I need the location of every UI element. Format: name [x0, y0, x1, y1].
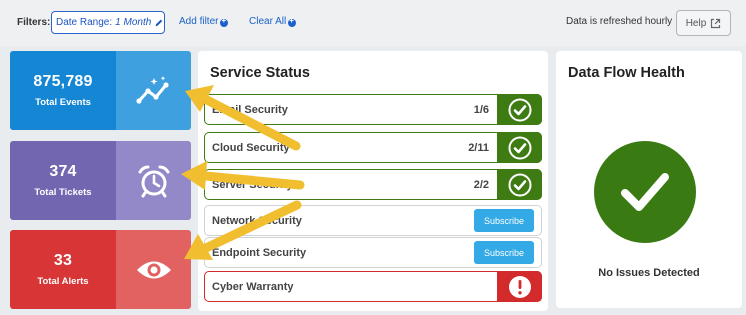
clear-circle-icon [288, 16, 297, 27]
service-count: 1/6 [473, 104, 489, 116]
total-alerts-value: 33 [53, 252, 73, 269]
alarm-clock-icon [138, 165, 169, 197]
service-row-email[interactable]: Email Security 1/6 [204, 94, 542, 125]
filter-bar: Filters: Date Range: 1 Month Add filter … [0, 0, 746, 46]
refresh-note: Data is refreshed hourly [566, 16, 673, 27]
sparkline-trend-icon [135, 75, 169, 104]
exclamation-circle-icon [508, 275, 531, 298]
service-status-card: Service Status Email Security 1/6 Cloud … [198, 51, 548, 311]
service-row-endpoint: Endpoint Security Subscribe [204, 237, 542, 268]
plus-circle-icon [220, 16, 229, 27]
service-count: 2/11 [468, 142, 489, 154]
service-row-network: Network Security Subscribe [204, 205, 542, 236]
status-ok [497, 132, 542, 163]
date-range-value: 1 Month [115, 17, 152, 28]
total-alerts-label: Total Alerts [37, 276, 89, 287]
total-alerts-tile[interactable]: 33 Total Alerts [10, 230, 191, 309]
service-row-cyber-warranty[interactable]: Cyber Warranty [204, 271, 542, 302]
check-circle-icon [508, 98, 531, 121]
total-events-value: 875,789 [33, 73, 93, 90]
service-name: Endpoint Security [212, 247, 307, 259]
check-circle-icon [508, 173, 531, 196]
total-tickets-label: Total Tickets [34, 187, 92, 198]
service-count: 2/2 [473, 179, 489, 191]
clear-all-label: Clear All [249, 16, 287, 27]
date-range-label: Date Range: [56, 17, 113, 28]
health-ok-indicator [594, 141, 696, 243]
data-flow-title: Data Flow Health [568, 65, 685, 81]
total-events-tile[interactable]: 875,789 Total Events [10, 51, 191, 130]
service-name: Cyber Warranty [212, 281, 294, 293]
subscribe-button[interactable]: Subscribe [474, 241, 534, 264]
checkmark-icon [621, 173, 669, 211]
service-name: Server Security [212, 179, 293, 191]
check-circle-icon [508, 136, 531, 159]
service-row-cloud[interactable]: Cloud Security 2/11 [204, 132, 542, 163]
pencil-icon[interactable] [154, 17, 164, 29]
help-button[interactable]: Help [676, 10, 731, 36]
service-row-server[interactable]: Server Security 2/2 [204, 169, 542, 200]
subscribe-button[interactable]: Subscribe [474, 209, 534, 232]
filters-label: Filters: [17, 17, 51, 28]
date-range-filter[interactable]: Date Range: 1 Month [51, 11, 165, 34]
service-status-title: Service Status [210, 65, 310, 81]
clear-all-link[interactable]: Clear All [249, 16, 297, 27]
status-ok [497, 94, 542, 125]
external-link-icon [711, 18, 721, 28]
eye-icon [136, 261, 171, 278]
total-tickets-tile[interactable]: 374 Total Tickets [10, 141, 191, 220]
total-tickets-value: 374 [49, 163, 77, 180]
service-name: Email Security [212, 104, 288, 116]
help-label: Help [685, 17, 707, 29]
add-filter-link[interactable]: Add filter [179, 16, 229, 27]
service-name: Network Security [212, 215, 302, 227]
status-ok [497, 169, 542, 200]
service-name: Cloud Security [212, 142, 290, 154]
data-flow-card: Data Flow Health No Issues Detected [556, 51, 742, 308]
add-filter-label: Add filter [179, 16, 219, 27]
status-alert [497, 271, 542, 302]
total-events-label: Total Events [35, 97, 91, 108]
data-flow-status: No Issues Detected [598, 267, 700, 279]
